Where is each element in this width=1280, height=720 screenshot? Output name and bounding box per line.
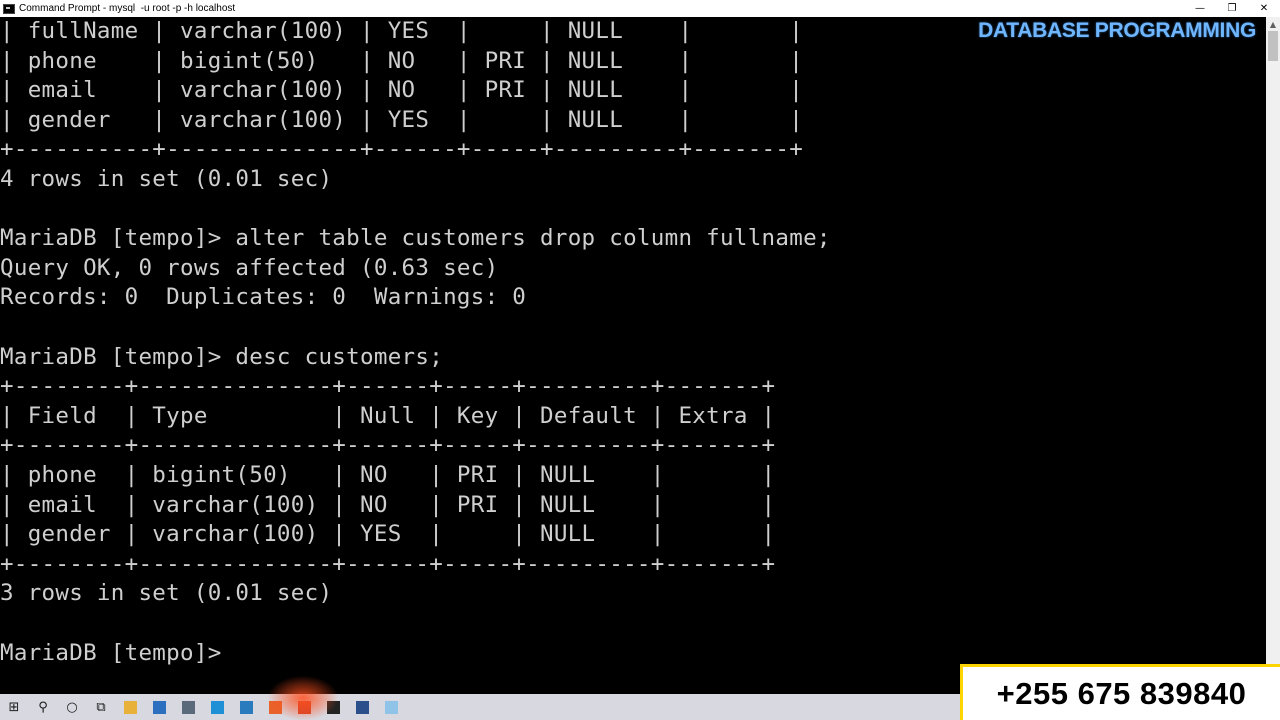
notepad-icon[interactable] bbox=[380, 696, 402, 718]
console-line: | email | varchar(100) | NO | PRI | NULL… bbox=[0, 77, 804, 104]
console-line: +--------+--------------+------+-----+--… bbox=[0, 550, 776, 577]
restore-button[interactable]: ❐ bbox=[1216, 0, 1248, 17]
cortana-icon[interactable]: ○ bbox=[61, 696, 83, 718]
task-view-icon[interactable]: ⧉ bbox=[90, 696, 112, 718]
console-line: | email | varchar(100) | NO | PRI | NULL… bbox=[0, 491, 776, 518]
edge-icon-tile bbox=[210, 700, 224, 714]
command-prompt-icon[interactable] bbox=[322, 696, 344, 718]
search-icon[interactable]: ⚲ bbox=[32, 696, 54, 718]
powerpoint-icon[interactable] bbox=[293, 696, 315, 718]
file-explorer-icon-tile bbox=[123, 700, 137, 714]
network-icon[interactable] bbox=[177, 696, 199, 718]
console-line: Records: 0 Duplicates: 0 Warnings: 0 bbox=[0, 284, 527, 311]
console-line: | fullName | varchar(100) | YES | | NULL… bbox=[0, 18, 804, 44]
console-line: | gender | varchar(100) | YES | | NULL |… bbox=[0, 521, 776, 548]
console-line: | phone | bigint(50) | NO | PRI | NULL |… bbox=[0, 47, 804, 74]
firefox-icon[interactable] bbox=[264, 696, 286, 718]
channel-label: DATABASE PROGRAMMING bbox=[978, 19, 1256, 42]
console-line: | gender | varchar(100) | YES | | NULL |… bbox=[0, 106, 804, 133]
console-line: +--------+--------------+------+-----+--… bbox=[0, 373, 776, 400]
save-icon-tile bbox=[355, 700, 369, 714]
calculator-icon[interactable] bbox=[235, 696, 257, 718]
phone-banner: +255 675 839840 bbox=[960, 664, 1280, 720]
command-prompt-icon-tile bbox=[326, 700, 340, 714]
window-title: Command Prompt - mysql -u root -p -h loc… bbox=[19, 3, 236, 14]
console-line: Query OK, 0 rows affected (0.63 sec) bbox=[0, 254, 499, 281]
console-line: 3 rows in set (0.01 sec) bbox=[0, 580, 333, 607]
file-explorer-icon[interactable] bbox=[119, 696, 141, 718]
phone-number: +255 675 839840 bbox=[996, 675, 1247, 711]
console-line: +----------+--------------+------+-----+… bbox=[0, 136, 804, 163]
console-line: 4 rows in set (0.01 sec) bbox=[0, 166, 333, 192]
network-icon-tile bbox=[181, 700, 195, 714]
close-button[interactable]: ✕ bbox=[1248, 0, 1280, 17]
firefox-icon-tile bbox=[268, 700, 282, 714]
console-line: | Field | Type | Null | Key | Default | … bbox=[0, 402, 776, 429]
console-line: | phone | bigint(50) | NO | PRI | NULL |… bbox=[0, 462, 776, 488]
console-line: MariaDB [tempo]> alter table customers d… bbox=[0, 225, 831, 252]
console-line: MariaDB [tempo]> bbox=[0, 639, 222, 666]
window-title-bar[interactable]: Command Prompt - mysql -u root -p -h loc… bbox=[0, 0, 1280, 17]
mail-icon-tile bbox=[152, 700, 166, 714]
console-line: +--------+--------------+------+-----+--… bbox=[0, 432, 776, 459]
console-output[interactable]: | fullName | varchar(100) | YES | | NULL… bbox=[0, 17, 1266, 694]
windows-start-icon[interactable]: ⊞ bbox=[3, 696, 25, 718]
scroll-thumb[interactable] bbox=[1268, 31, 1278, 61]
minimize-button[interactable]: — bbox=[1184, 0, 1216, 17]
mail-icon[interactable] bbox=[148, 696, 170, 718]
command-prompt-icon bbox=[3, 3, 15, 14]
edge-icon[interactable] bbox=[206, 696, 228, 718]
vertical-scrollbar[interactable]: ▲ bbox=[1266, 17, 1280, 694]
console-line: MariaDB [tempo]> desc customers; bbox=[0, 343, 444, 370]
save-icon[interactable] bbox=[351, 696, 373, 718]
notepad-icon-tile bbox=[384, 700, 398, 714]
calculator-icon-tile bbox=[239, 700, 253, 714]
scroll-up-icon[interactable]: ▲ bbox=[1266, 17, 1280, 31]
powerpoint-icon-tile bbox=[297, 700, 311, 714]
window-controls: — ❐ ✕ bbox=[1184, 0, 1280, 17]
